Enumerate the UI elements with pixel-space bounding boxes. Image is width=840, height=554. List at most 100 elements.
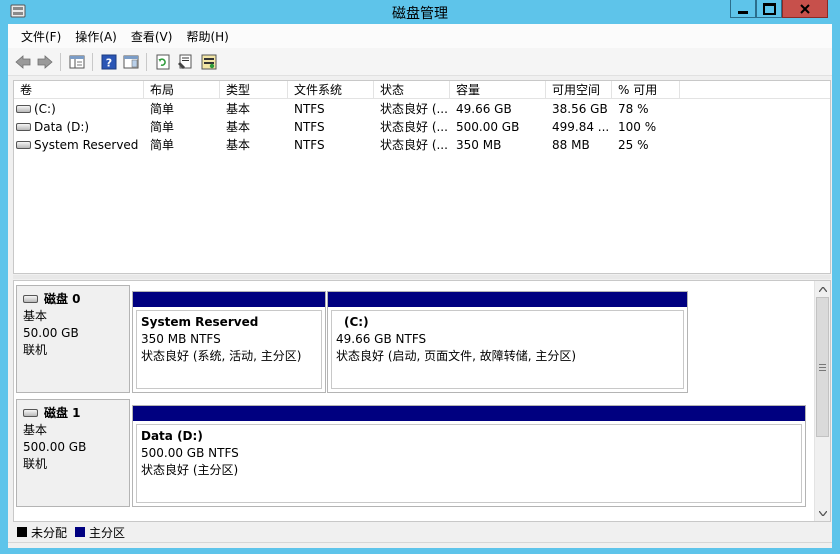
disk-state: 联机 [23,343,48,357]
volume-name: Data (D:) [34,120,90,134]
disk-drive-icon [23,408,38,417]
table-row[interactable]: System Reserved 简单 基本 NTFS 状态良好 (... 350… [14,136,830,154]
partition-legend: 未分配 主分区 [13,523,831,541]
column-header-capacity[interactable]: 容量 [450,81,546,99]
cell-layout: 简单 [150,102,175,116]
menu-file[interactable]: 文件(F) [14,26,68,47]
partition-body: (C:) 49.66 GB NTFS 状态良好 (启动, 页面文件, 故障转储,… [331,310,684,389]
cell-volume: System Reserved [14,136,144,154]
minimize-button[interactable] [730,0,756,18]
menu-view[interactable]: 查看(V) [124,26,180,47]
cell-free-space: 38.56 GB [552,102,608,116]
toolbar-separator [146,53,147,71]
scroll-down-button[interactable] [815,505,831,521]
chevron-down-icon [819,510,827,516]
volume-drive-icon [16,140,31,149]
primary-swatch [75,527,86,537]
volume-list[interactable]: 卷 布局 类型 文件系统 状态 容量 可用空间 % 可用 (C:) 简单 基本 … [13,80,831,274]
disk-state: 联机 [23,457,48,471]
back-arrow-icon [15,55,31,69]
client-area: 文件(F) 操作(A) 查看(V) 帮助(H) ? 卷 布局 类型 文件系统 状… [8,24,832,548]
table-row[interactable]: (C:) 简单 基本 NTFS 状态良好 (... 49.66 GB 38.56… [14,100,830,118]
menu-action[interactable]: 操作(A) [68,26,124,47]
cell-filesystem: NTFS [294,102,325,116]
disk-drive-icon [23,294,38,303]
title-bar[interactable]: 磁盘管理 [0,0,840,24]
cell-volume: (C:) [14,100,144,118]
pane-splitter[interactable] [13,275,831,279]
disk-size: 50.00 GB [23,326,79,340]
toolbar: ? [8,48,832,76]
partition-title: (C:) [344,315,369,329]
volume-name: (C:) [34,102,56,116]
graphical-disk-view: 磁盘 0 基本 50.00 GB 联机 System Reserved 350 … [13,280,831,522]
table-row[interactable]: Data (D:) 简单 基本 NTFS 状态良好 (... 500.00 GB… [14,118,830,136]
legend-label: 未分配 [31,525,68,540]
partition-c[interactable]: (C:) 49.66 GB NTFS 状态良好 (启动, 页面文件, 故障转储,… [327,291,688,393]
disk-name-text: 磁盘 1 [44,406,81,420]
close-button[interactable] [782,0,828,18]
partition-status: 状态良好 (系统, 活动, 主分区) [141,349,302,363]
column-header-free-space[interactable]: 可用空间 [546,81,612,99]
scroll-thumb[interactable] [816,297,829,437]
cell-status: 状态良好 (... [380,138,448,152]
cell-capacity: 49.66 GB [456,102,512,116]
properties-icon [178,54,192,69]
partition-size: 350 MB NTFS [141,332,221,346]
cell-layout: 简单 [150,138,175,152]
toolbar-separator [92,53,93,71]
cell-type: 基本 [226,120,251,134]
window-title: 磁盘管理 [392,6,448,22]
disk-view-scrollbar[interactable] [814,281,830,521]
partition-status: 状态良好 (主分区) [141,463,239,477]
column-header-filesystem[interactable]: 文件系统 [288,81,374,99]
properties-button[interactable] [176,53,194,71]
disk-label-0[interactable]: 磁盘 0 基本 50.00 GB 联机 [16,285,130,393]
show-hide-tree-icon [69,55,85,69]
disk-type: 基本 [23,423,48,437]
help-button[interactable]: ? [100,53,118,71]
legend-label: 主分区 [89,525,126,540]
properties-pane-button[interactable] [122,53,140,71]
legend-unallocated: 未分配 [17,524,67,541]
cell-capacity: 500.00 GB [456,120,520,134]
status-bar [8,542,832,548]
refresh-button[interactable] [154,53,172,71]
volume-drive-icon [16,104,31,113]
disk-row-0: 磁盘 0 基本 50.00 GB 联机 System Reserved 350 … [14,285,814,395]
rescan-disks-icon [201,54,217,70]
disk-size: 500.00 GB [23,440,87,454]
maximize-button[interactable] [756,0,782,18]
cell-type: 基本 [226,138,251,152]
volume-name: System Reserved [34,138,139,152]
close-icon [800,3,810,14]
legend-primary: 主分区 [75,524,125,541]
forward-button[interactable] [36,53,54,71]
back-button[interactable] [14,53,32,71]
scroll-up-button[interactable] [815,281,831,297]
column-header-volume[interactable]: 卷 [14,81,144,99]
cell-filesystem: NTFS [294,138,325,152]
partition-data-d[interactable]: Data (D:) 500.00 GB NTFS 状态良好 (主分区) [132,405,806,507]
grip-icon [819,363,826,371]
column-header-type[interactable]: 类型 [220,81,288,99]
partition-size: 500.00 GB NTFS [141,446,239,460]
cell-status: 状态良好 (... [380,120,448,134]
disk-row-1: 磁盘 1 基本 500.00 GB 联机 Data (D:) 500.00 GB… [14,399,814,509]
disk-label-1[interactable]: 磁盘 1 基本 500.00 GB 联机 [16,399,130,507]
properties-pane-icon [123,55,139,69]
column-header-percent-free[interactable]: % 可用 [612,81,680,99]
column-header-layout[interactable]: 布局 [144,81,220,99]
partition-system-reserved[interactable]: System Reserved 350 MB NTFS 状态良好 (系统, 活动… [132,291,326,393]
column-header-status[interactable]: 状态 [374,81,450,99]
partition-body: System Reserved 350 MB NTFS 状态良好 (系统, 活动… [136,310,322,389]
disk-name: 磁盘 1 [23,405,129,422]
show-hide-tree-button[interactable] [68,53,86,71]
cell-volume: Data (D:) [14,118,144,136]
cell-filesystem: NTFS [294,120,325,134]
refresh-icon [156,54,170,70]
partition-status: 状态良好 (启动, 页面文件, 故障转储, 主分区) [336,349,577,363]
menu-help[interactable]: 帮助(H) [179,26,235,47]
rescan-disks-button[interactable] [200,53,218,71]
toolbar-separator [60,53,61,71]
